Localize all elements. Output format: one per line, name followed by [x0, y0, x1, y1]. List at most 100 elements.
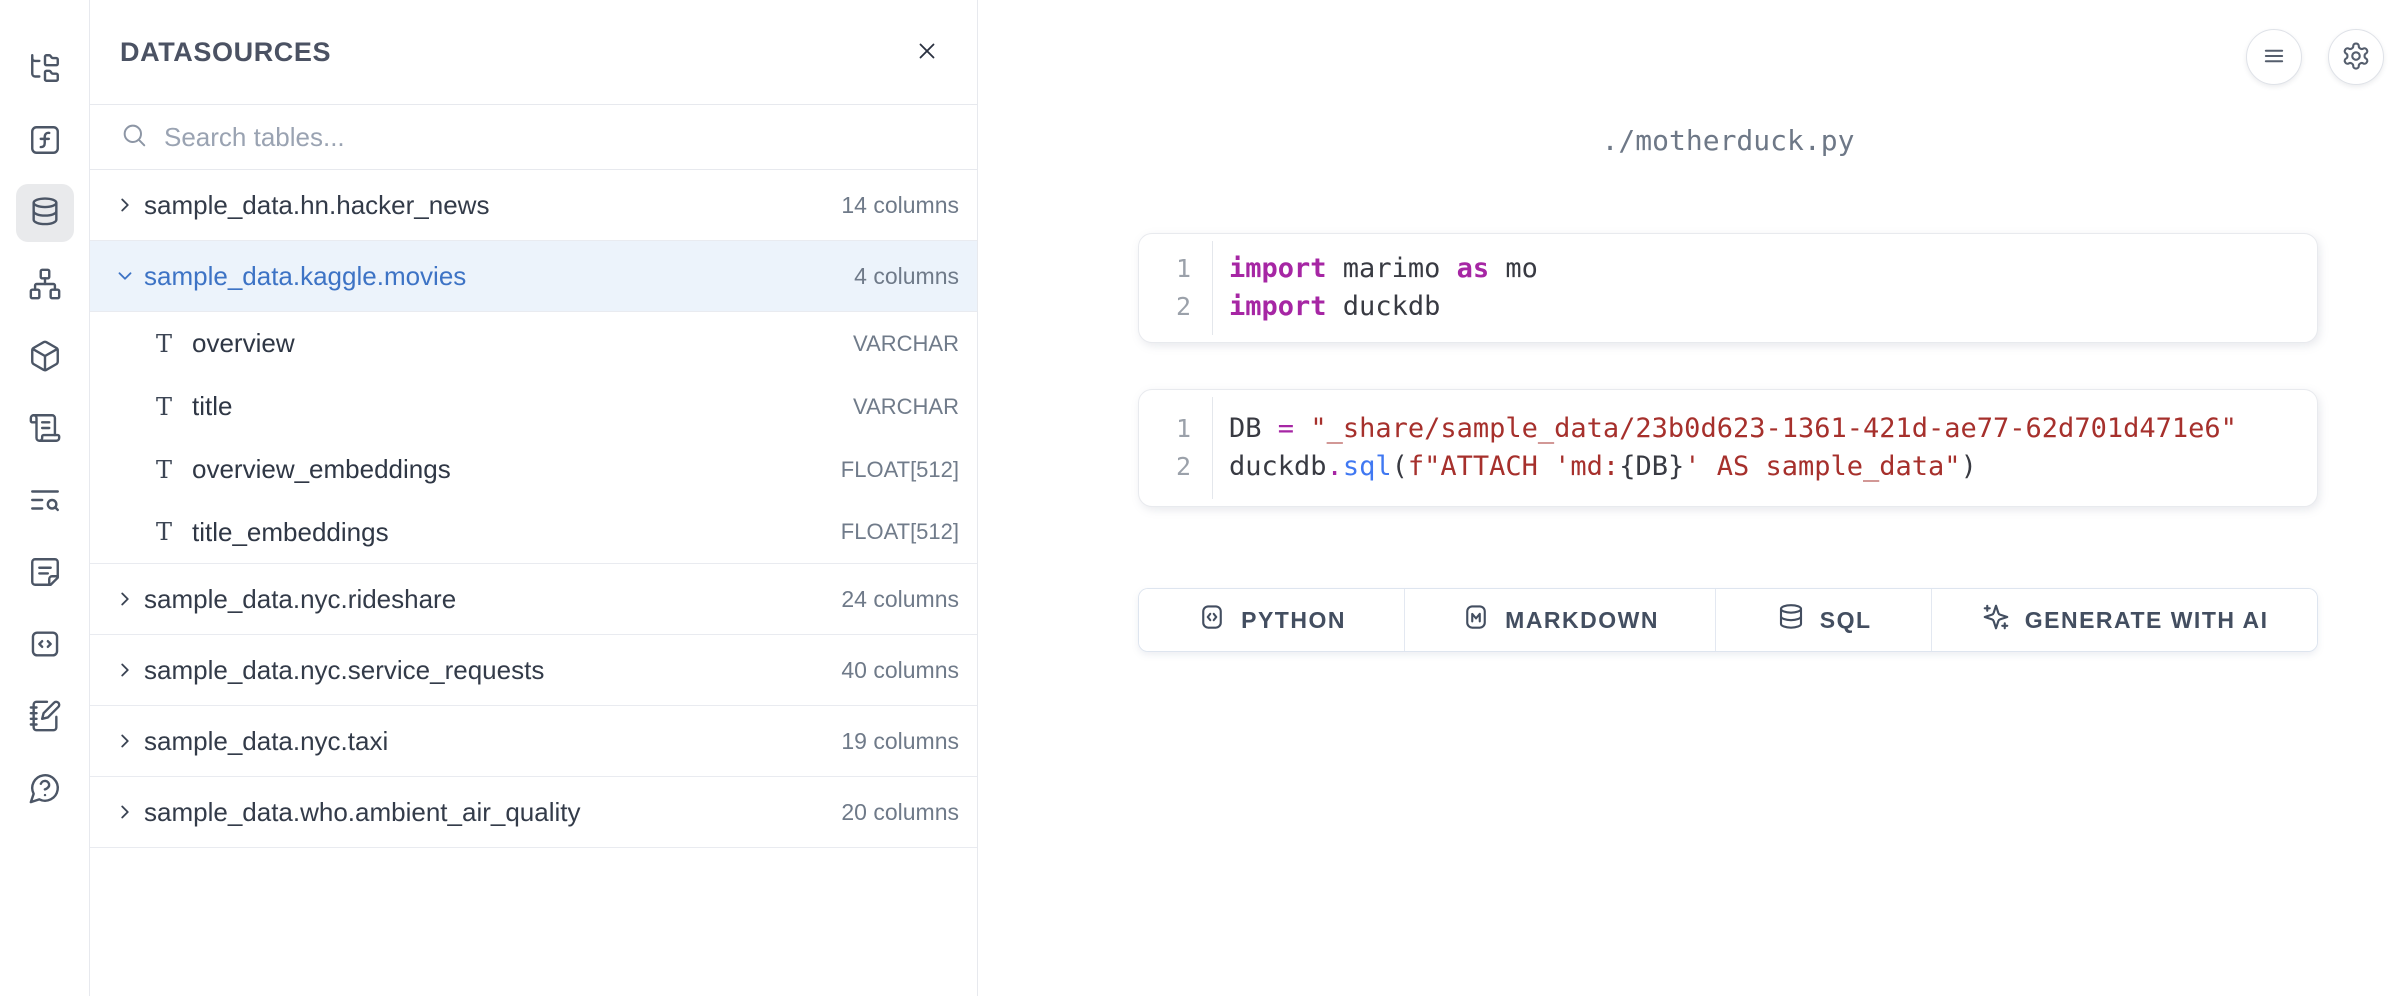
column-type: FLOAT[512] [841, 457, 959, 483]
table-name: sample_data.kaggle.movies [144, 261, 466, 292]
add-button-label: SQL [1820, 607, 1872, 634]
table-row[interactable]: sample_data.who.ambient_air_quality 20 co… [90, 777, 977, 848]
gear-icon [2341, 41, 2371, 74]
line-number: 1 [1139, 410, 1191, 448]
search-icon [120, 121, 148, 154]
rail-item-search-logs[interactable] [16, 472, 74, 530]
column-row[interactable]: TtitleVARCHAR [90, 375, 977, 438]
chevron-right-icon [114, 801, 136, 823]
panel-title: DATASOURCES [120, 37, 331, 68]
chevron-right-icon [114, 588, 136, 610]
code-text: duckdb.sql(f"ATTACH 'md:{DB}' AS sample_… [1229, 448, 1977, 486]
rail-item-snippets[interactable] [16, 616, 74, 674]
add-python-button[interactable]: PYTHON [1139, 589, 1405, 651]
column-count: 20 columns [841, 799, 959, 826]
type-text-icon: T [156, 518, 182, 546]
code-line: 2 duckdb.sql(f"ATTACH 'md:{DB}' AS sample… [1139, 448, 2317, 486]
marimo-app: DATASOURCES sample_data.hn.hacker_news14… [0, 0, 2399, 996]
add-cell-bar: PYTHON MARKDOWN SQL GENERATE WITH AI [1138, 588, 2318, 652]
column-type: FLOAT[512] [841, 519, 959, 545]
table-name: sample_data.nyc.service_requests [144, 655, 544, 686]
column-row[interactable]: Toverview_embeddings FLOAT[512] [90, 438, 977, 501]
tables-list: sample_data.hn.hacker_news14 columnssamp… [90, 170, 977, 848]
text-search-icon [28, 483, 62, 520]
table-name: sample_data.nyc.taxi [144, 726, 388, 757]
column-name: title_embeddings [192, 517, 389, 548]
folder-tree-icon [28, 51, 62, 88]
table-row[interactable]: sample_data.nyc.service_requests 40 colum… [90, 635, 977, 706]
square-m-icon [1461, 602, 1491, 638]
add-button-label: PYTHON [1241, 607, 1346, 634]
table-name: sample_data.hn.hacker_news [144, 190, 489, 221]
rail-item-scratchpad[interactable] [16, 688, 74, 746]
rail-item-dependencies[interactable] [16, 256, 74, 314]
code-cell[interactable]: 1import marimo as mo2 import duckdb [1138, 233, 2318, 343]
add-generate-with-ai-button[interactable]: GENERATE WITH AI [1932, 589, 2317, 651]
square-code-icon [28, 627, 62, 664]
line-number: 2 [1139, 288, 1191, 326]
column-count: 40 columns [841, 657, 959, 684]
column-name: overview [192, 328, 295, 359]
notebook-area: ./motherduck.py 1import marimo as mo2imp… [979, 0, 2399, 996]
rail-item-variables[interactable] [16, 112, 74, 170]
chevron-right-icon [114, 194, 136, 216]
datasources-panel: DATASOURCES sample_data.hn.hacker_news 14… [90, 0, 978, 996]
rail-item-documentation[interactable] [16, 544, 74, 602]
square-function-icon [28, 123, 62, 160]
database-icon [28, 195, 62, 232]
table-name: sample_data.who.ambient_air_quality [144, 797, 581, 828]
code-line: 1import marimo as mo [1139, 250, 2317, 288]
rail-item-datasources[interactable] [16, 184, 74, 242]
network-icon [28, 267, 62, 304]
rail-item-logs[interactable] [16, 400, 74, 458]
code-text: import marimo as mo [1229, 250, 1538, 288]
hamburger-menu-icon [2260, 42, 2288, 73]
column-name: title [192, 391, 232, 422]
settings-button[interactable] [2328, 29, 2384, 85]
gutter-divider [1212, 397, 1213, 499]
rail-item-help[interactable] [16, 760, 74, 818]
column-name: overview_embeddings [192, 454, 451, 485]
code-text: DB = "_share/sample_data/23b0d623-1361-4… [1229, 410, 2237, 448]
type-text-icon: T [156, 393, 182, 421]
add-markdown-button[interactable]: MARKDOWN [1405, 589, 1716, 651]
search-tables-input[interactable] [164, 122, 947, 153]
table-row[interactable]: sample_data.kaggle.movies 4 columns [90, 241, 977, 312]
close-icon [914, 38, 940, 67]
scroll-text-icon [28, 411, 62, 448]
column-count: 24 columns [841, 586, 959, 613]
add-sql-button[interactable]: SQL [1716, 589, 1932, 651]
gutter-divider [1212, 241, 1213, 335]
chevron-right-icon [114, 730, 136, 752]
rail-item-packages[interactable] [16, 328, 74, 386]
code-line: 1 DB = "_share/sample_data/23b0d623-1361-… [1139, 410, 2317, 448]
column-count: 14 columns [841, 192, 959, 219]
column-row[interactable]: Ttitle_embeddings FLOAT[512] [90, 501, 977, 564]
add-button-label: MARKDOWN [1505, 607, 1659, 634]
rail-item-file-explorer[interactable] [16, 40, 74, 98]
code-cell[interactable]: 1 DB = "_share/sample_data/23b0d623-1361-… [1138, 389, 2318, 507]
notebook-menu-button[interactable] [2246, 29, 2302, 85]
close-panel-button[interactable] [905, 30, 949, 74]
table-row[interactable]: sample_data.hn.hacker_news 14 columns [90, 170, 977, 241]
column-type: VARCHAR [853, 331, 959, 357]
line-number: 2 [1139, 448, 1191, 486]
column-row[interactable]: Toverview VARCHAR [90, 312, 977, 375]
code-text: import duckdb [1229, 288, 1440, 326]
column-count: 19 columns [841, 728, 959, 755]
table-row[interactable]: sample_data.nyc.taxi 19 columns [90, 706, 977, 777]
type-text-icon: T [156, 330, 182, 358]
activity-rail [0, 0, 90, 996]
notebook-filename: ./motherduck.py [1138, 124, 2318, 157]
chevron-right-icon [114, 659, 136, 681]
database-icon [1776, 602, 1806, 638]
notebook-pen-icon [28, 699, 62, 736]
sticky-note-icon [28, 555, 62, 592]
type-text-icon: T [156, 456, 182, 484]
code-line: 2 import duckdb [1139, 288, 2317, 326]
table-row[interactable]: sample_data.nyc.rideshare 24 columns [90, 564, 977, 635]
search-bar [90, 104, 977, 170]
column-count: 4 columns [854, 263, 959, 290]
table-name: sample_data.nyc.rideshare [144, 584, 456, 615]
box-icon [28, 339, 62, 376]
